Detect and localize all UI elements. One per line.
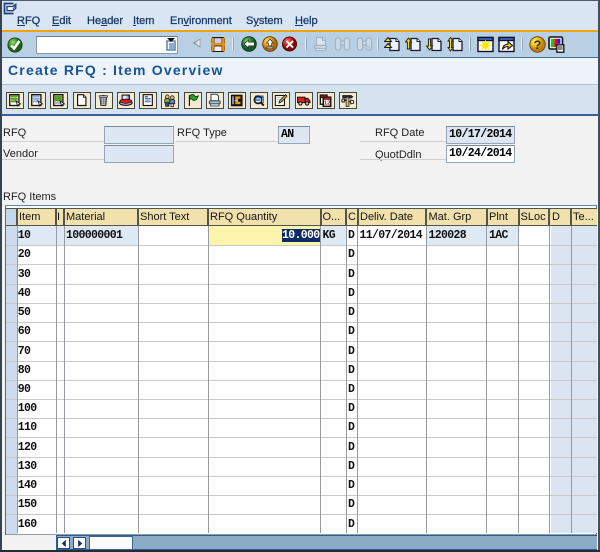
svg-text:?: ? <box>534 38 542 52</box>
svg-text:12: 12 <box>324 101 331 107</box>
